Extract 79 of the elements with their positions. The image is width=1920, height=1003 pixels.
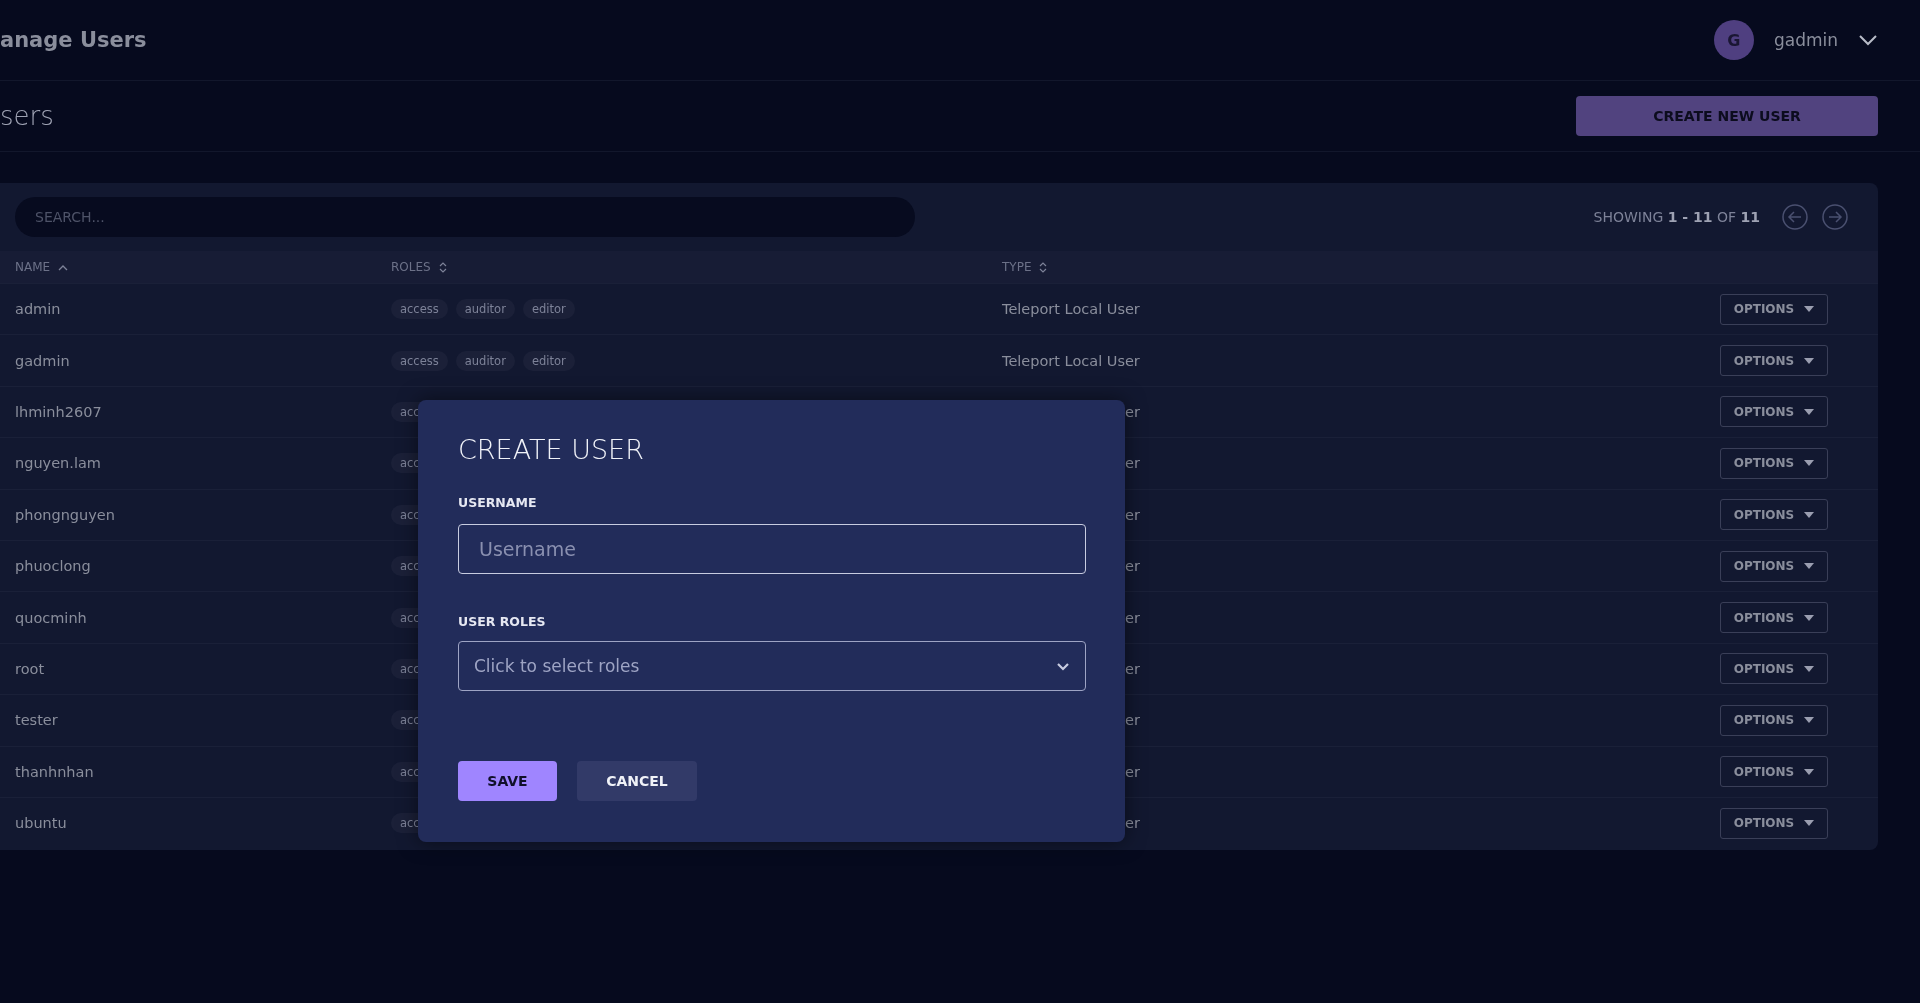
role-tag: acc (391, 813, 420, 834)
save-button[interactable]: SAVE (458, 761, 557, 801)
table-cell: ubuntu (15, 815, 67, 832)
table-cell: er (1125, 660, 1140, 677)
caret-icon (1804, 563, 1815, 570)
options-button[interactable]: OPTIONS (1720, 756, 1828, 788)
caret-icon (1804, 357, 1815, 364)
caret-icon (1804, 306, 1815, 313)
role-tag: acc (391, 710, 420, 731)
column-header[interactable]: ROLES (391, 260, 431, 274)
table-cell: nguyen.lam (15, 455, 101, 472)
options-button[interactable]: OPTIONS (1720, 653, 1828, 685)
table-cell: gadmin (15, 352, 70, 369)
search-field[interactable]: SEARCH... (15, 197, 915, 237)
username-field[interactable]: Username (458, 524, 1086, 574)
chevron-down-icon[interactable] (1858, 34, 1878, 46)
role-tag: editor (522, 299, 575, 320)
chevron-down-icon (1056, 661, 1070, 671)
role-tag: acc (391, 453, 420, 474)
table-cell: er (1125, 403, 1140, 420)
table-cell: Teleport Local User (1002, 352, 1140, 369)
cancel-button[interactable]: CANCEL (577, 761, 697, 801)
table-cell: er (1125, 455, 1140, 472)
table-cell: Teleport Local User (1002, 301, 1140, 318)
role-tag: acc (391, 658, 420, 679)
role-tag: acc (391, 556, 420, 577)
column-header[interactable]: NAME (15, 260, 51, 274)
role-tag: acc (391, 401, 420, 422)
user-name[interactable]: gadmin (1773, 30, 1838, 50)
field-label: USER ROLES (458, 614, 547, 629)
dialog-title: CREATE USER (458, 434, 645, 465)
sort-ascending-icon[interactable] (58, 263, 69, 271)
column-header[interactable]: TYPE (1002, 260, 1032, 274)
table-cell: er (1125, 763, 1140, 780)
table-cell: er (1125, 712, 1140, 729)
role-tag: acc (391, 607, 420, 628)
caret-icon (1804, 820, 1815, 827)
table-cell: phuoclong (15, 558, 91, 575)
role-tag: auditor (455, 299, 515, 320)
role-tag: auditor (455, 350, 515, 371)
table-cell: tester (15, 712, 58, 729)
field-label: USERNAME (458, 495, 538, 510)
table-cell: quocminh (15, 609, 87, 626)
table-cell: lhminh2607 (15, 403, 102, 420)
table-cell: root (15, 660, 45, 677)
caret-icon (1804, 665, 1815, 672)
sort-icon[interactable] (438, 261, 447, 273)
table-cell: er (1125, 558, 1140, 575)
role-tag: access (391, 350, 448, 371)
page-title: anage Users (0, 28, 147, 52)
roles-select[interactable]: Click to select roles (458, 641, 1086, 691)
options-button[interactable]: OPTIONS (1720, 396, 1828, 428)
table-cell: phongnguyen (15, 506, 115, 523)
table-cell: er (1125, 815, 1140, 832)
table-cell: er (1125, 609, 1140, 626)
options-button[interactable]: OPTIONS (1720, 704, 1828, 736)
options-button[interactable]: OPTIONS (1720, 447, 1828, 479)
table-cell: er (1125, 506, 1140, 523)
options-button[interactable]: OPTIONS (1720, 807, 1828, 839)
pagination-text: SHOWING 1 - 11 OF 11 (1593, 209, 1760, 225)
caret-icon (1804, 614, 1815, 621)
caret-icon (1804, 408, 1815, 415)
caret-icon (1804, 717, 1815, 724)
role-tag: access (391, 299, 448, 320)
role-tag: acc (391, 761, 420, 782)
section-title: sers (0, 101, 54, 131)
role-tag: acc (391, 504, 420, 525)
caret-icon (1804, 511, 1815, 518)
sort-icon[interactable] (1039, 261, 1048, 273)
options-button[interactable]: OPTIONS (1720, 499, 1828, 531)
options-button[interactable]: OPTIONS (1720, 345, 1828, 377)
options-button[interactable]: OPTIONS (1720, 602, 1828, 634)
table-cell: admin (15, 301, 61, 318)
role-tag: editor (522, 350, 575, 371)
options-button[interactable]: OPTIONS (1720, 293, 1828, 325)
caret-icon (1804, 768, 1815, 775)
table-cell: thanhnhan (15, 763, 94, 780)
options-button[interactable]: OPTIONS (1720, 550, 1828, 582)
caret-icon (1804, 460, 1815, 467)
